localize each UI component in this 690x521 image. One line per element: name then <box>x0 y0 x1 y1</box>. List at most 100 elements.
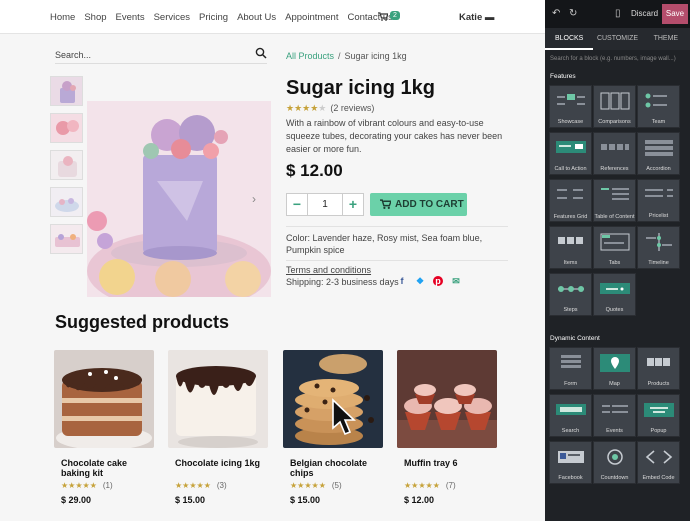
search-input[interactable]: Search... <box>55 50 91 60</box>
search-block-icon <box>556 404 586 415</box>
product-card-image[interactable] <box>54 350 154 448</box>
mobile-preview-icon[interactable]: ▯ <box>615 8 621 19</box>
search-icon[interactable] <box>255 47 267 59</box>
tab-customize[interactable]: CUSTOMIZE <box>593 28 641 50</box>
twitter-icon[interactable]: ❖ <box>415 276 425 286</box>
block-facebook[interactable]: Facebook <box>549 441 592 484</box>
block-search[interactable]: Search <box>549 394 592 437</box>
product-rating[interactable]: ★★★★★ (2 reviews) <box>286 103 374 114</box>
nav-appointment[interactable]: Appointment <box>285 12 338 23</box>
block-products[interactable]: Products <box>637 347 680 390</box>
product-card-name[interactable]: Belgian chocolate chips <box>290 458 383 478</box>
review-count[interactable]: (2 reviews) <box>330 103 374 113</box>
block-map[interactable]: Map <box>593 347 636 390</box>
product-card[interactable]: Chocolate icing 1kg ★★★★★ (3) $ 15.00 <box>168 350 268 505</box>
nav-pricing[interactable]: Pricing <box>199 12 228 23</box>
product-card-image[interactable] <box>168 350 268 448</box>
block-countdown[interactable]: Countdown <box>593 441 636 484</box>
block-label: Events <box>606 428 623 434</box>
product-card-image[interactable] <box>397 350 497 448</box>
product-colors: Color: Lavender haze, Rosy mist, Sea foa… <box>286 233 483 255</box>
facebook-block-icon <box>558 451 584 463</box>
tab-blocks[interactable]: BLOCKS <box>545 28 594 50</box>
block-call-to-action[interactable]: Call to Action <box>549 132 592 175</box>
breadcrumb-all-products[interactable]: All Products <box>286 51 334 61</box>
block-quotes[interactable]: Quotes <box>593 273 636 316</box>
nav-services[interactable]: Services <box>154 12 190 23</box>
block-comparisons[interactable]: Comparisons <box>593 85 636 128</box>
cart-icon <box>380 199 393 210</box>
showcase-icon <box>557 94 585 105</box>
facebook-icon[interactable]: f <box>397 276 407 286</box>
nav-about-us[interactable]: About Us <box>237 12 276 23</box>
product-card-rating: ★★★★★ (7) <box>404 481 497 490</box>
block-team[interactable]: Team <box>637 85 680 128</box>
quantity-input[interactable]: 1 <box>308 193 342 216</box>
product-card[interactable]: Muffin tray 6 ★★★★★ (7) $ 12.00 <box>397 350 497 505</box>
product-thumbnail[interactable] <box>50 187 83 217</box>
product-card[interactable]: Chocolate cake baking kit ★★★★★ (1) $ 29.… <box>54 350 154 505</box>
image-next-arrow-icon[interactable]: › <box>252 192 256 206</box>
product-thumbnail[interactable] <box>50 76 83 106</box>
block-embed-code[interactable]: Embed Code <box>637 441 680 484</box>
email-icon[interactable]: ✉ <box>451 276 461 286</box>
cart-button[interactable]: 2 <box>378 11 400 22</box>
block-label: Search <box>561 428 580 434</box>
block-tabs[interactable]: Tabs <box>593 226 636 269</box>
product-card-name[interactable]: Muffin tray 6 <box>404 458 497 478</box>
product-card-name[interactable]: Chocolate cake baking kit <box>61 458 154 478</box>
divider <box>286 260 508 261</box>
product-card-name[interactable]: Chocolate icing 1kg <box>175 458 268 478</box>
pinterest-icon[interactable]: p <box>433 276 443 286</box>
quantity-increase-button[interactable]: + <box>342 193 364 216</box>
add-to-cart-button[interactable]: ADD TO CART <box>370 193 467 216</box>
save-button[interactable]: Save <box>662 4 688 24</box>
redo-icon[interactable]: ↻ <box>569 8 577 19</box>
quantity-decrease-button[interactable]: − <box>286 193 308 216</box>
block-label: Quotes <box>605 307 624 313</box>
block-showcase[interactable]: Showcase <box>549 85 592 128</box>
discard-button[interactable]: Discard <box>631 9 658 18</box>
block-steps[interactable]: Steps <box>549 273 592 316</box>
nav-events[interactable]: Events <box>116 12 145 23</box>
block-items[interactable]: Items <box>549 226 592 269</box>
undo-icon[interactable]: ↶ <box>552 8 560 19</box>
product-thumbnail[interactable] <box>50 113 83 143</box>
editor-toolbar: ↶ ↻ ▯ Discard Save <box>545 0 690 28</box>
breadcrumb-current: Sugar icing 1kg <box>344 51 407 61</box>
product-search[interactable]: Search... <box>55 47 267 64</box>
nav-shop[interactable]: Shop <box>84 12 106 23</box>
block-label: Accordion <box>646 166 671 172</box>
block-label: Countdown <box>600 475 629 481</box>
block-pricelist[interactable]: Pricelist <box>637 179 680 222</box>
references-icon <box>601 144 629 150</box>
table-of-content-icon <box>601 188 629 200</box>
user-dropdown-icon: ▬ <box>484 12 495 23</box>
product-card-rating: ★★★★★ (5) <box>290 481 383 490</box>
block-label: Items <box>563 260 578 266</box>
block-references[interactable]: References <box>593 132 636 175</box>
product-main-image <box>87 101 271 297</box>
product-thumbnail[interactable] <box>50 224 83 254</box>
block-popup[interactable]: Popup <box>637 394 680 437</box>
features-grid-icon <box>557 189 583 199</box>
terms-link[interactable]: Terms and conditions <box>286 265 371 275</box>
popup-icon <box>644 403 674 417</box>
product-thumbnail[interactable] <box>50 150 83 180</box>
block-form[interactable]: Form <box>549 347 592 390</box>
user-menu[interactable]: Katie ▬ <box>459 12 494 23</box>
block-label: Form <box>564 381 577 387</box>
product-description: With a rainbow of vibrant colours and ea… <box>286 118 503 154</box>
block-timeline[interactable]: Timeline <box>637 226 680 269</box>
block-search-input[interactable]: Search for a block (e.g. numbers, image … <box>549 52 686 66</box>
block-features-grid[interactable]: Features Grid <box>549 179 592 222</box>
block-events[interactable]: Events <box>593 394 636 437</box>
block-table-of-content[interactable]: Table of Content <box>593 179 636 222</box>
product-price: $ 12.00 <box>286 161 343 180</box>
divider <box>286 226 508 227</box>
tab-theme[interactable]: THEME <box>642 28 690 50</box>
block-accordion[interactable]: Accordion <box>637 132 680 175</box>
nav-home[interactable]: Home <box>50 12 75 23</box>
product-card-rating: ★★★★★ (1) <box>61 481 154 490</box>
product-card-review-count: (3) <box>216 481 227 490</box>
